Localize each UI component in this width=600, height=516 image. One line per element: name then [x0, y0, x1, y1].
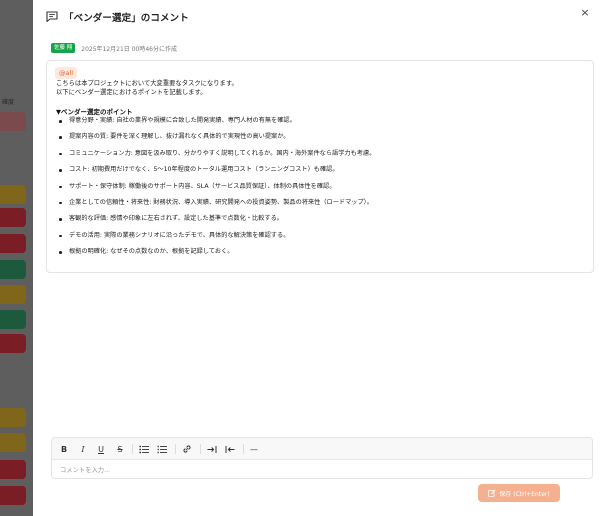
list-item: 得意分野・実績: 自社の業界や規模に合致した開発実績、専門人材の有無を確認。 — [56, 117, 375, 133]
comment-intro: こちらは本プロジェクトにおいて大変重要なタスクになります。 以下にベンダー選定に… — [56, 79, 238, 97]
background-label: 確度 — [2, 99, 15, 106]
background-chip — [0, 260, 26, 279]
points-list: 得意分野・実績: 自社の業界や規模に合致した開発実績、専門人材の有無を確認。 提… — [56, 117, 375, 265]
background-chip — [0, 334, 26, 353]
numbered-list-icon[interactable] — [156, 443, 168, 455]
toolbar-divider — [132, 444, 133, 454]
close-icon[interactable]: × — [578, 6, 592, 20]
comment-body: @all こちらは本プロジェクトにおいて大変重要なタスクになります。 以下にベン… — [46, 60, 594, 273]
comment-icon — [46, 11, 58, 22]
background-chip — [0, 460, 26, 479]
list-item: サポート・保守体制: 稼働後のサポート内容、SLA（サービス品質保証）、体制の具… — [56, 183, 375, 199]
bullet-list-icon[interactable] — [138, 443, 150, 455]
background-chip — [0, 185, 26, 204]
background-chip — [0, 285, 26, 304]
author-badge: 佐藤 翔 — [51, 43, 76, 53]
list-item: 企業としての信頼性・将来性: 財務状況、導入実績、研究開発への投資姿勢、製品の将… — [56, 199, 375, 215]
background-chip — [0, 310, 26, 329]
list-item: 根拠の明確化: なぜその点数なのか、根拠を記録しておく。 — [56, 248, 375, 264]
intro-line: 以下にベンダー選定におけるポイントを記載します。 — [56, 89, 207, 96]
outdent-icon[interactable] — [224, 443, 236, 455]
mention-tag: @all — [55, 67, 78, 79]
save-button-label: 保存 (Ctrl+Enter) — [499, 490, 550, 498]
save-button[interactable]: 保存 (Ctrl+Enter) — [478, 484, 560, 502]
comment-timestamp: 2025年12月21日 00時46分に作成 — [81, 45, 177, 53]
comment-editor: B I U S — — [51, 437, 593, 479]
list-item: 提案内容の質: 要件を深く理解し、抜け漏れなく具体的で実現性の高い提案か。 — [56, 133, 375, 149]
bold-button[interactable]: B — [58, 443, 70, 455]
background-app: 確度 — [0, 0, 36, 516]
background-chip — [0, 208, 26, 227]
strikethrough-button[interactable]: S — [114, 443, 126, 455]
background-chip — [0, 408, 26, 427]
toolbar-divider — [243, 444, 244, 454]
horizontal-rule-button[interactable]: — — [248, 443, 260, 455]
background-chip — [0, 234, 26, 253]
intro-line: こちらは本プロジェクトにおいて大変重要なタスクになります。 — [56, 80, 238, 87]
edit-icon — [488, 489, 496, 497]
background-chip — [0, 112, 26, 131]
background-chip — [0, 486, 26, 505]
list-item: 客観的な評価: 感情や印象に左右されず、設定した基準で点数化・比較する。 — [56, 215, 375, 231]
background-chip — [0, 433, 26, 452]
list-item: デモの活用: 実際の業務シナリオに沿ったデモで、具体的な解決策を確認する。 — [56, 232, 375, 248]
editor-toolbar: B I U S — — [52, 438, 592, 460]
underline-button[interactable]: U — [95, 443, 107, 455]
list-item: コミュニケーション力: 意図を汲み取り、分かりやすく説明してくれるか。国内・海外… — [56, 150, 375, 166]
comment-panel: 「ベンダー選定」のコメント × 佐藤 翔 2025年12月21日 00時46分に… — [33, 0, 600, 516]
italic-button[interactable]: I — [77, 443, 89, 455]
comment-input[interactable] — [60, 465, 580, 476]
list-item: コスト: 初期費用だけでなく、5〜10年程度のトータル運用コスト（ランニングコス… — [56, 166, 375, 182]
comment-meta: 佐藤 翔 2025年12月21日 00時46分に作成 — [51, 43, 177, 53]
indent-icon[interactable] — [206, 443, 218, 455]
section-title: ▼ベンダー選定のポイント — [56, 108, 133, 116]
panel-title: 「ベンダー選定」のコメント — [64, 13, 189, 24]
toolbar-divider — [175, 444, 176, 454]
toolbar-divider — [200, 444, 201, 454]
link-icon[interactable] — [181, 443, 193, 455]
